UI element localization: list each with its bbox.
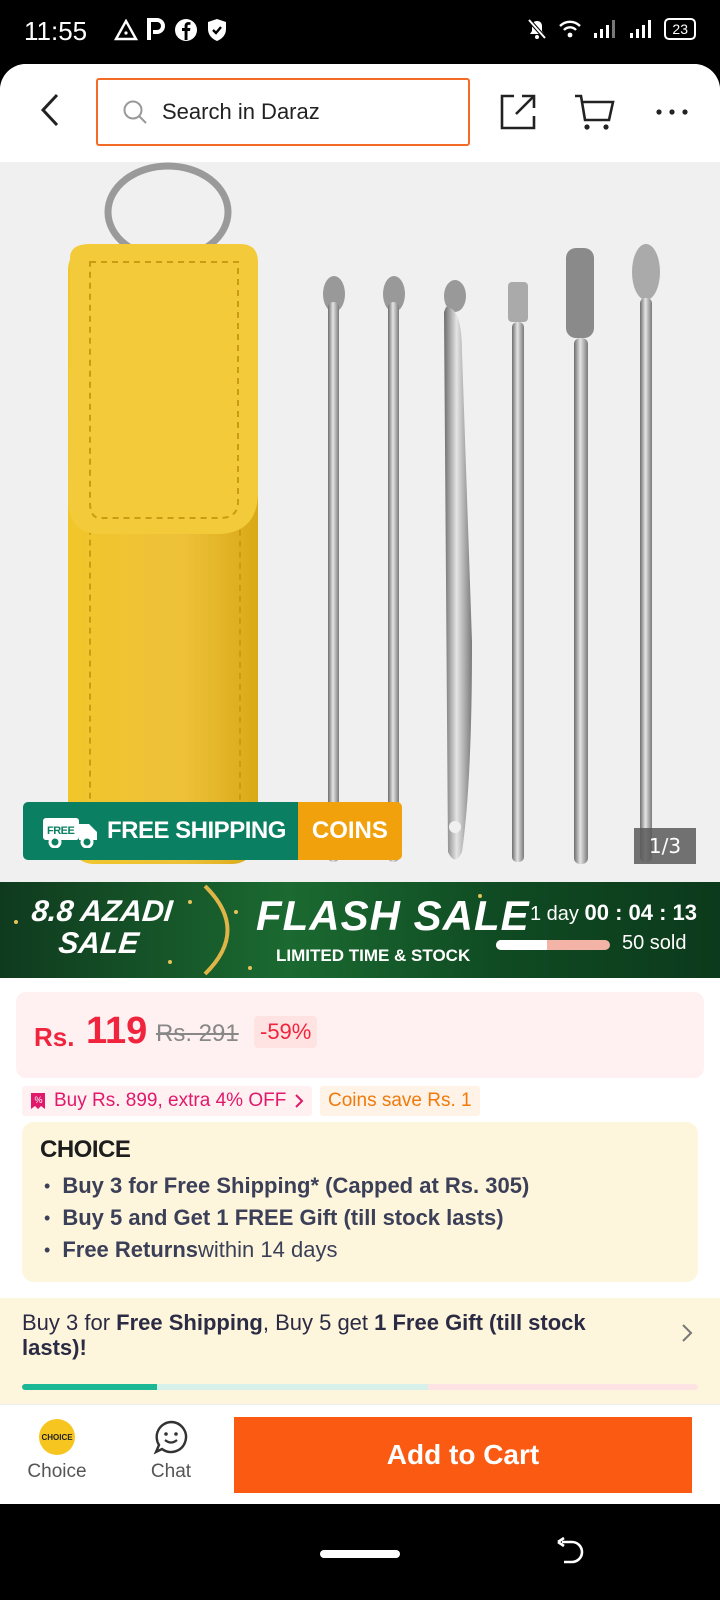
- price-currency: Rs.: [34, 1022, 75, 1052]
- choice-logo: CHOICE: [40, 1136, 131, 1163]
- original-price: Rs. 291: [156, 1020, 239, 1047]
- battery-indicator: 23: [664, 18, 696, 40]
- bundle-progress-fill: [22, 1384, 158, 1390]
- flash-sale-banner[interactable]: 8.8 AZADI SALE FLASH SALE LIMITED TIME &…: [0, 882, 720, 978]
- timer-days: 1 day: [530, 903, 579, 925]
- price-card: Rs. 119 Rs. 291 -59%: [16, 992, 704, 1078]
- system-navigation-bar: [0, 1504, 720, 1600]
- cart-button[interactable]: [572, 90, 616, 134]
- wifi-icon: [559, 20, 582, 38]
- chat-tab[interactable]: Chat: [126, 1419, 216, 1483]
- timer-clock: 00 : 04 : 13: [584, 900, 698, 925]
- signal-icon: [630, 20, 652, 38]
- bundle-progress-bar: [22, 1384, 698, 1390]
- more-icon: [656, 109, 688, 115]
- image-counter: 1/3: [634, 828, 696, 864]
- bundle-progress-mid: [157, 1384, 428, 1390]
- chevron-right-icon: [295, 1094, 304, 1108]
- alert-icon: [114, 19, 138, 41]
- choice-benefit-item: • Buy 3 for Free Shipping* (Capped at Rs.…: [44, 1173, 530, 1198]
- status-left-icons: [114, 18, 228, 42]
- search-bar[interactable]: Search in Daraz: [96, 78, 470, 146]
- product-details: Rs. 119 Rs. 291 -59% % Buy Rs. 899, extr…: [0, 978, 720, 1404]
- bullet-icon: •: [44, 1175, 51, 1196]
- flash-sale-subtitle: LIMITED TIME & STOCK: [276, 946, 471, 965]
- sold-progress-fill: [496, 940, 548, 950]
- status-bar: 11:55 23: [0, 0, 720, 64]
- delivery-truck-icon: FREE: [43, 818, 97, 848]
- signal-icon: [594, 20, 616, 38]
- bundle-offer-bar[interactable]: Buy 3 for Free Shipping, Buy 5 get 1 Fre…: [0, 1298, 720, 1404]
- shield-icon: [208, 19, 226, 41]
- bottom-action-bar: CHOICE Choice Chat Add to Cart: [0, 1404, 720, 1504]
- parking-icon: [147, 18, 165, 40]
- top-header: Search in Daraz: [0, 64, 720, 162]
- facebook-icon: [175, 19, 197, 41]
- mute-icon: [527, 18, 547, 40]
- chat-icon: [153, 1420, 188, 1455]
- azadi-line1: 8.8 AZADI: [30, 895, 175, 928]
- sold-count: 50 sold: [622, 932, 687, 954]
- back-arrow-icon: [40, 93, 59, 127]
- cart-icon: [575, 94, 615, 130]
- flash-sale-timer: 1 day 00 : 04 : 13: [530, 900, 697, 926]
- free-shipping-badge: FREE FREE SHIPPING: [23, 802, 298, 860]
- bundle-offer-text: Buy 3 for Free Shipping, Buy 5 get 1 Fre…: [22, 1310, 586, 1360]
- choice-benefits-list: • Buy 3 for Free Shipping* (Capped at Rs.…: [44, 1170, 529, 1266]
- bullet-icon: •: [44, 1207, 51, 1228]
- azadi-sale-logo: 8.8 AZADI SALE: [27, 895, 175, 960]
- voucher-icon: %: [31, 1093, 45, 1109]
- rotate-screen-icon[interactable]: [556, 1536, 586, 1568]
- azadi-line2: SALE: [56, 927, 141, 960]
- bundle-progress-end: [427, 1384, 698, 1390]
- product-image: [68, 162, 660, 864]
- free-shipping-coins-badge: FREE FREE SHIPPING COINS: [23, 802, 402, 860]
- coins-badge: COINS: [297, 802, 402, 860]
- sold-progress-bar: [496, 940, 610, 950]
- app-panel: Search in Daraz FREE FREE SHIPPING COINS…: [0, 64, 720, 1504]
- choice-tab-label: Choice: [27, 1461, 87, 1482]
- voucher-promo[interactable]: % Buy Rs. 899, extra 4% OFF: [22, 1086, 313, 1116]
- choice-tab[interactable]: CHOICE Choice: [12, 1419, 102, 1483]
- screen: 11:55 23 Search in Daraz FREE FREE SHIPP…: [0, 0, 720, 1600]
- back-button[interactable]: [30, 90, 70, 130]
- share-icon: [500, 94, 536, 130]
- choice-benefit-item: • Free Returns within 14 days: [44, 1237, 338, 1262]
- chat-tab-label: Chat: [150, 1461, 192, 1482]
- choice-benefit-item: • Buy 5 and Get 1 FREE Gift (till stock l…: [44, 1205, 504, 1230]
- product-image-gallery[interactable]: FREE FREE SHIPPING COINS 1/3: [0, 162, 720, 882]
- discount-badge: -59%: [254, 1016, 318, 1048]
- flash-sale-title: FLASH SALE: [256, 892, 530, 939]
- choice-icon: CHOICE: [39, 1419, 75, 1455]
- add-to-cart-button[interactable]: Add to Cart: [234, 1417, 692, 1493]
- current-price: 119: [86, 1010, 148, 1052]
- search-placeholder: Search in Daraz: [162, 99, 320, 124]
- coins-promo: Coins save Rs. 1: [320, 1086, 480, 1116]
- free-tag: FREE: [47, 825, 75, 837]
- choice-benefits-card: CHOICE • Buy 3 for Free Shipping* (Capped…: [22, 1122, 698, 1282]
- share-button[interactable]: [496, 90, 540, 134]
- bullet-icon: •: [44, 1239, 51, 1260]
- svg-text:%: %: [35, 1095, 43, 1105]
- chevron-right-icon: [682, 1324, 693, 1342]
- more-button[interactable]: [650, 90, 694, 134]
- status-time: 11:55: [24, 16, 88, 46]
- home-gesture-pill[interactable]: [320, 1550, 400, 1558]
- search-icon: [123, 100, 147, 124]
- free-shipping-label: FREE SHIPPING: [107, 817, 286, 844]
- voucher-text: Buy Rs. 899, extra 4% OFF: [54, 1090, 287, 1111]
- status-right-icons: 23: [526, 18, 696, 40]
